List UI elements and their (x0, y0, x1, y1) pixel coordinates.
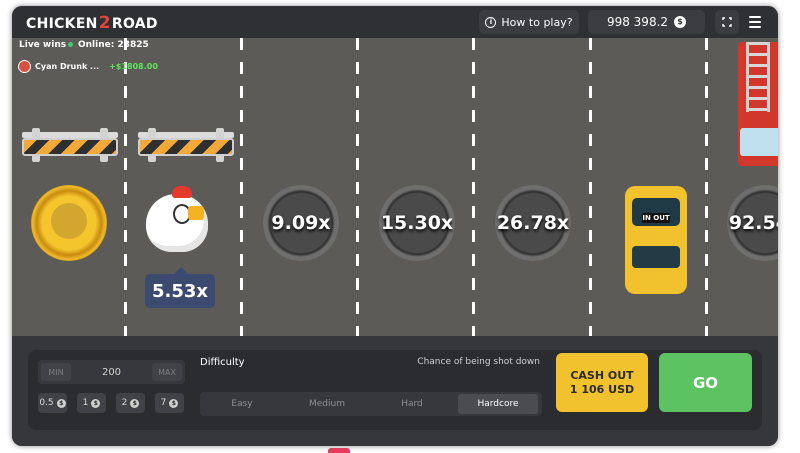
lane-divider (124, 38, 127, 336)
cash-out-amount: 1 106 USD (569, 382, 635, 396)
cash-out-label: CASH OUT (570, 368, 634, 382)
quick-bet-button[interactable]: 1 $ (77, 393, 106, 413)
gold-manhole (31, 185, 107, 261)
dollar-coin-icon: $ (674, 16, 687, 28)
manhole-multiplier[interactable]: 9.09x (263, 185, 339, 261)
min-bet-button[interactable]: MIN (41, 363, 71, 381)
how-to-play-label: How to play? (501, 15, 573, 29)
bet-amount-input[interactable]: 200 (78, 360, 145, 384)
game-logo: CHICKEN2ROAD (26, 13, 158, 33)
online-dot-icon (68, 42, 73, 47)
fire-truck (738, 42, 778, 166)
dollar-coin-icon: $ (130, 398, 140, 408)
expand-icon (722, 17, 732, 27)
difficulty-selector: Easy Medium Hard Hardcore (200, 392, 542, 416)
lane-divider (240, 38, 243, 336)
dollar-coin-icon: $ (91, 398, 101, 408)
top-bar: CHICKEN2ROAD i How to play? 998 398.2 $ (12, 6, 778, 38)
quick-bet-button[interactable]: 0.5 $ (38, 393, 67, 413)
difficulty-medium[interactable]: Medium (287, 394, 367, 414)
car-sign: IN OUT (642, 213, 670, 223)
hamburger-menu-icon[interactable] (749, 16, 761, 28)
dollar-coin-icon: $ (169, 398, 179, 408)
how-to-play-button[interactable]: i How to play? (479, 10, 579, 34)
lane-divider (472, 38, 475, 336)
road-barrier (22, 128, 118, 168)
quick-bet-button[interactable]: 7 $ (155, 393, 184, 413)
difficulty-hardcore[interactable]: Hardcore (458, 394, 538, 414)
balance-value: 998 398.2 (606, 15, 669, 29)
fullscreen-button[interactable] (715, 10, 739, 34)
online-count: Online: 23825 (68, 40, 149, 50)
live-wins-label: Live wins (19, 40, 67, 50)
bet-controls: MIN 200 MAX 0.5 $ 1 $ 2 $ 7 $ Difficulty Cha… (28, 350, 762, 430)
roasted-chicken-icon (51, 203, 87, 239)
road-barrier (138, 128, 234, 168)
win-user: Cyan Drunk ... (35, 62, 100, 71)
info-icon: i (485, 16, 497, 28)
road-area: Live wins Online: 23825 Cyan Drunk ... +… (12, 38, 778, 336)
manhole-multiplier[interactable]: 15.30x (379, 185, 455, 261)
control-panel: MIN 200 MAX 0.5 $ 1 $ 2 $ 7 $ Difficulty Cha… (12, 336, 778, 446)
manhole-multiplier[interactable]: 92.54x (727, 185, 778, 261)
max-bet-button[interactable]: MAX (152, 363, 182, 381)
lane-divider (705, 38, 708, 336)
lane-divider (356, 38, 359, 336)
live-win-item: Cyan Drunk ... +$1808.00 (18, 60, 158, 73)
dollar-coin-icon: $ (56, 398, 66, 408)
manhole-multiplier[interactable]: 26.78x (495, 185, 571, 261)
current-multiplier: 5.53x (145, 267, 215, 308)
difficulty-hard[interactable]: Hard (372, 394, 452, 414)
balance-display: 998 398.2 $ (588, 10, 705, 34)
game-window: CHICKEN2ROAD i How to play? 998 398.2 $ … (12, 6, 778, 446)
lane-divider (589, 38, 592, 336)
chance-title: Chance of being shot down (417, 357, 540, 367)
avatar (18, 60, 31, 73)
difficulty-easy[interactable]: Easy (202, 394, 282, 414)
taxi-car: IN OUT (625, 186, 687, 294)
bet-amount-field: MIN 200 MAX (38, 360, 185, 384)
difficulty-title: Difficulty (200, 357, 245, 368)
quick-bet-button[interactable]: 2 $ (116, 393, 145, 413)
chicken-character (140, 182, 216, 256)
go-button[interactable]: GO (659, 353, 752, 412)
win-amount: +$1808.00 (109, 62, 158, 71)
page-indicator (328, 448, 350, 453)
cash-out-button[interactable]: CASH OUT 1 106 USD (556, 353, 648, 412)
